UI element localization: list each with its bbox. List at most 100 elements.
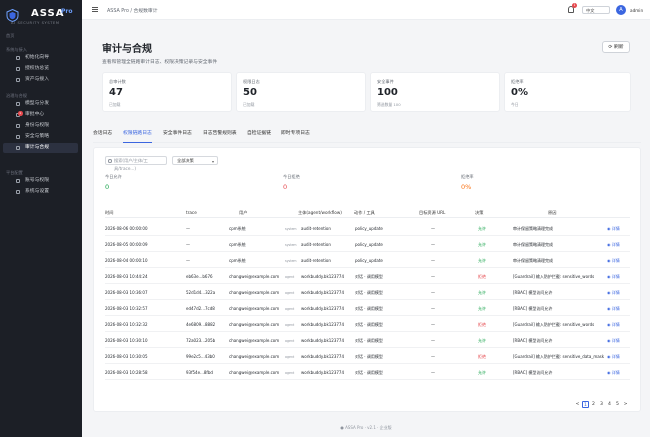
page-subtitle: 查看和管理全链路审计日志、权限决策记录与安全事件 bbox=[102, 60, 218, 65]
cell-trace: 93f54e...8fbd bbox=[186, 370, 213, 375]
search-input[interactable]: 搜索(用户/主体/工具/trace...) bbox=[105, 156, 167, 171]
cell-time: 2026-08-04 00:00:10 bbox=[105, 258, 148, 263]
detail-link[interactable]: ◉ 详情 bbox=[607, 274, 620, 280]
cell-url: — bbox=[431, 322, 435, 327]
table-row[interactable]: 2026-08-03 10:32:57 ed47d2...7cd8 changwei… bbox=[105, 301, 630, 316]
cell-actor-tag: agent bbox=[285, 322, 295, 327]
sidebar-item-label: 资产与接入 bbox=[25, 77, 49, 82]
detail-label: 详情 bbox=[611, 242, 620, 247]
tab-permission-logs[interactable]: 权限链路日志 bbox=[123, 129, 152, 143]
notification-badge: 1 bbox=[572, 3, 577, 8]
cell-action: 对话 · 调用模型 bbox=[355, 290, 383, 295]
cell-actor: workbuddy.bk123774 bbox=[301, 322, 345, 327]
avatar[interactable]: A bbox=[616, 5, 626, 15]
refresh-button[interactable]: ⟳ 刷新 bbox=[602, 41, 630, 53]
cell-trace: ed47d2...7cd8 bbox=[186, 306, 215, 311]
tab-security-events[interactable]: 安全事件日志 bbox=[163, 129, 192, 143]
username[interactable]: admin bbox=[630, 8, 643, 13]
sidebar: ASSA Pro AI SECURITY SYSTEM 首页 系统与接入 初始化向导… bbox=[0, 0, 82, 437]
table-row[interactable]: 2026-08-05 00:00:09 — cpm系统 system audit-ret… bbox=[105, 237, 630, 252]
nav-item-icon bbox=[16, 179, 20, 183]
table-row[interactable]: 2026-08-03 10:36:07 52d1d4...322a changwei… bbox=[105, 285, 630, 300]
stat-value: 100 bbox=[377, 87, 398, 98]
cell-action: policy_update bbox=[355, 226, 383, 231]
stat-card-permission-logs: 权限日志 50 已加载 bbox=[236, 72, 366, 112]
table-row[interactable]: 2026-08-03 10:30:05 99e2c5...43b0 changwei… bbox=[105, 349, 630, 364]
table-row[interactable]: 2026-08-06 00:00:00 — cpm系统 system audit-ret… bbox=[105, 221, 630, 236]
sidebar-item-label: 审计与合规 bbox=[25, 145, 49, 150]
cell-time: 2026-08-03 10:32:32 bbox=[105, 322, 148, 327]
stat-card-audits: 总审计数 47 已加载 bbox=[102, 72, 232, 112]
stat-label: 总审计数 bbox=[109, 79, 126, 84]
search-icon bbox=[108, 159, 112, 163]
sidebar-item[interactable]: 身份与权限 bbox=[3, 121, 78, 131]
cell-decision: 拒绝 bbox=[478, 354, 486, 359]
cell-time: 2026-08-03 10:30:10 bbox=[105, 338, 148, 343]
sidebar-item[interactable]: 初始化向导 bbox=[3, 53, 78, 63]
detail-link[interactable]: ◉ 详情 bbox=[607, 226, 620, 232]
cell-action: 对话 · 调用模型 bbox=[355, 354, 383, 359]
sidebar-item[interactable]: 账号与权限 bbox=[3, 176, 78, 186]
cell-actor-tag: agent bbox=[285, 354, 295, 359]
pager-next-icon[interactable]: > bbox=[622, 401, 629, 408]
cell-actor: workbuddy.bk123774 bbox=[301, 354, 345, 359]
language-select[interactable]: 中文 bbox=[582, 6, 610, 14]
cell-url: — bbox=[431, 242, 435, 247]
sidebar-item[interactable]: 资产与接入 bbox=[3, 75, 78, 85]
detail-link[interactable]: ◉ 详情 bbox=[607, 242, 620, 248]
decision-filter-select[interactable]: 全部决策 ▾ bbox=[172, 156, 218, 165]
sidebar-item-label: 身份与权限 bbox=[25, 123, 49, 128]
tab-adhoc-logs[interactable]: 即时专项日志 bbox=[281, 129, 310, 143]
tab-alert-rules[interactable]: 日志告警规则表 bbox=[203, 129, 237, 143]
page-3[interactable]: 3 bbox=[598, 401, 605, 408]
menu-toggle-icon[interactable] bbox=[92, 7, 98, 12]
cell-decision: 允许 bbox=[478, 242, 486, 247]
cell-reason: [Guardrail] 输入防护拦截: sensitive_data_mask bbox=[513, 354, 605, 359]
pager-prev-icon[interactable]: < bbox=[574, 401, 581, 408]
detail-label: 详情 bbox=[611, 322, 620, 327]
detail-link[interactable]: ◉ 详情 bbox=[607, 338, 620, 344]
table-row[interactable]: 2026-08-04 00:00:10 — cpm系统 system audit-ret… bbox=[105, 253, 630, 268]
sidebar-item[interactable]: 模型与分发 bbox=[3, 99, 78, 109]
col-user: 用户 bbox=[239, 210, 248, 215]
cell-actor-tag: agent bbox=[285, 306, 295, 311]
tab-evidence-chain[interactable]: 自检证据链 bbox=[247, 129, 271, 143]
cell-time: 2026-08-03 10:28:58 bbox=[105, 370, 148, 375]
cell-actor: workbuddy.bk123774 bbox=[301, 274, 345, 279]
nav-item-icon bbox=[16, 102, 20, 106]
today-deny-label: 今日拒绝 bbox=[283, 174, 300, 179]
detail-link[interactable]: ◉ 详情 bbox=[607, 306, 620, 312]
cell-time: 2026-08-03 10:30:05 bbox=[105, 354, 148, 359]
cell-user: changwei@example.com bbox=[229, 338, 280, 343]
stat-value: 47 bbox=[109, 87, 123, 98]
sidebar-item[interactable]: 安全与策略 bbox=[3, 132, 78, 142]
col-actor: 主体(agent/workflow) bbox=[298, 210, 342, 215]
sidebar-item[interactable]: 审计与合规 bbox=[3, 143, 78, 153]
cell-trace: — bbox=[186, 242, 190, 247]
detail-link[interactable]: ◉ 详情 bbox=[607, 290, 620, 296]
brand-logo[interactable]: ASSA Pro AI SECURITY SYSTEM bbox=[6, 7, 82, 29]
sidebar-item[interactable]: 系统与设置 bbox=[3, 187, 78, 197]
sidebar-item[interactable]: 1 审批中心 bbox=[3, 110, 78, 120]
detail-link[interactable]: ◉ 详情 bbox=[607, 370, 620, 376]
detail-link[interactable]: ◉ 详情 bbox=[607, 322, 620, 328]
table-row[interactable]: 2026-08-03 10:44:24 eb63e...b676 changwei@… bbox=[105, 269, 630, 284]
detail-link[interactable]: ◉ 详情 bbox=[607, 354, 620, 360]
page-2[interactable]: 2 bbox=[590, 401, 597, 408]
table-row[interactable]: 2026-08-03 10:32:32 4e6809...8882 changwei… bbox=[105, 317, 630, 332]
cell-actor: workbuddy.bk123774 bbox=[301, 338, 345, 343]
cell-reason: [Guardrail] 输入防护拦截: sensitive_words bbox=[513, 322, 595, 327]
table-row[interactable]: 2026-08-03 10:28:58 93f54e...8fbd changwei… bbox=[105, 365, 630, 380]
detail-link[interactable]: ◉ 详情 bbox=[607, 258, 620, 264]
stat-sub: 筛选数量 100 bbox=[377, 102, 401, 107]
page-4[interactable]: 4 bbox=[606, 401, 613, 408]
sidebar-item[interactable]: 授权仿总览 bbox=[3, 64, 78, 74]
cell-action: 对话 · 调用模型 bbox=[355, 274, 383, 279]
cell-trace: — bbox=[186, 226, 190, 231]
tab-session-logs[interactable]: 会话日志 bbox=[93, 129, 112, 143]
cell-reason: 审计保留策略清理完成 bbox=[513, 258, 553, 263]
table-row[interactable]: 2026-08-03 10:30:10 72a023...205b changwei… bbox=[105, 333, 630, 348]
page-5[interactable]: 5 bbox=[614, 401, 621, 408]
nav-item-icon bbox=[16, 67, 20, 71]
page-1[interactable]: 1 bbox=[582, 401, 589, 408]
